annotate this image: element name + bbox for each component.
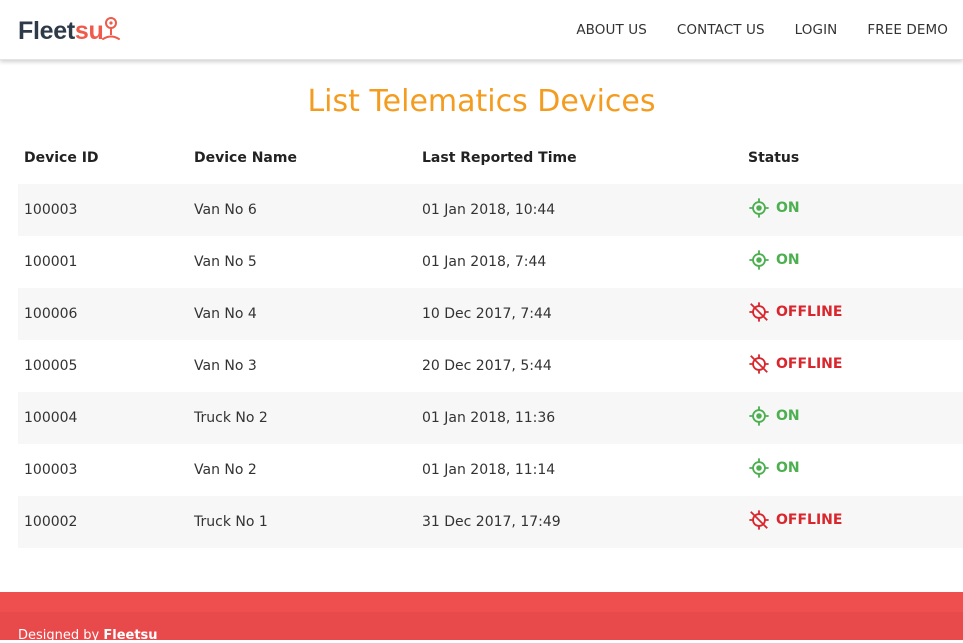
cell-device-name: Van No 3 (194, 358, 257, 374)
cell-status: OFFLINE (742, 340, 963, 392)
status-label: OFFLINE (776, 512, 843, 528)
status-label: OFFLINE (776, 304, 843, 320)
column-header-status: Status (748, 150, 800, 166)
cell-device-name: Van No 6 (194, 202, 257, 218)
gps-fixed-icon (749, 406, 769, 426)
gps-off-icon (749, 302, 769, 322)
cell-device-id: 100002 (24, 514, 78, 530)
footer-credit: Designed by Fleetsu (18, 628, 158, 643)
cell-device-id: 100001 (24, 254, 78, 270)
nav-link-about-us[interactable]: ABOUT US (576, 22, 647, 38)
status-badge: ON (748, 405, 800, 427)
column-header-last-reported: Last Reported Time (422, 150, 577, 166)
table-row[interactable]: 100003 Van No 2 01 Jan 2018, 11:14 ON (18, 444, 963, 496)
table-row[interactable]: 100006 Van No 4 10 Dec 2017, 7:44 OFFLINE (18, 288, 963, 340)
nav-link-free-demo[interactable]: FREE DEMO (867, 22, 948, 38)
cell-device-id: 100003 (24, 202, 78, 218)
table-row[interactable]: 100002 Truck No 1 31 Dec 2017, 17:49 OFFLIN… (18, 496, 963, 548)
gps-off-icon (749, 510, 769, 530)
status-badge: ON (748, 197, 800, 219)
cell-last-reported: 10 Dec 2017, 7:44 (422, 306, 552, 322)
main-nav: ABOUT US CONTACT US LOGIN FREE DEMO (576, 0, 948, 60)
cell-device-id: 100004 (24, 410, 78, 426)
column-header-device-id: Device ID (24, 150, 99, 166)
cell-status: OFFLINE (742, 496, 963, 548)
nav-link-login[interactable]: LOGIN (795, 22, 838, 38)
status-label: ON (776, 408, 800, 424)
top-navbar: Fleet su ABOUT US CONTACT US LOGIN FREE DEMO (0, 0, 963, 60)
table-header-row: Device ID Device Name Last Reported Time… (18, 132, 963, 184)
status-label: OFFLINE (776, 356, 843, 372)
status-label: ON (776, 200, 800, 216)
footer-brand: Fleetsu (103, 628, 158, 643)
cell-device-id: 100005 (24, 358, 78, 374)
column-header-device-name: Device Name (194, 150, 297, 166)
cell-status: ON (742, 184, 963, 236)
devices-table-body: 100003 Van No 6 01 Jan 2018, 10:44 ON 100001… (18, 184, 963, 548)
cell-device-name: Truck No 2 (194, 410, 268, 426)
cell-last-reported: 20 Dec 2017, 5:44 (422, 358, 552, 374)
gps-fixed-icon (749, 198, 769, 218)
status-badge: ON (748, 457, 800, 479)
gps-off-icon (749, 354, 769, 374)
cell-device-id: 100006 (24, 306, 78, 322)
cell-last-reported: 01 Jan 2018, 7:44 (422, 254, 547, 270)
fleetsu-logo[interactable]: Fleet su (18, 14, 121, 46)
status-badge: OFFLINE (748, 509, 842, 531)
page-title: List Telematics Devices (307, 84, 656, 119)
gps-fixed-icon (749, 458, 769, 478)
cell-status: OFFLINE (742, 288, 963, 340)
footer-prefix: Designed by (18, 628, 104, 643)
status-badge: OFFLINE (748, 353, 842, 375)
nav-link-contact-us[interactable]: CONTACT US (677, 22, 765, 38)
cell-device-id: 100003 (24, 462, 78, 478)
cell-status: ON (742, 236, 963, 288)
status-badge: ON (748, 249, 800, 271)
table-row[interactable]: 100001 Van No 5 01 Jan 2018, 7:44 ON (18, 236, 963, 288)
cell-device-name: Truck No 1 (194, 514, 268, 530)
status-badge: OFFLINE (748, 301, 842, 323)
cell-device-name: Van No 4 (194, 306, 257, 322)
logo-text-dark: Fleet (18, 17, 75, 45)
cell-last-reported: 01 Jan 2018, 11:14 (422, 462, 556, 478)
devices-table: Device ID Device Name Last Reported Time… (18, 132, 963, 548)
cell-device-name: Van No 2 (194, 462, 257, 478)
cell-last-reported: 31 Dec 2017, 17:49 (422, 514, 561, 530)
status-label: ON (776, 252, 800, 268)
cell-last-reported: 01 Jan 2018, 11:36 (422, 410, 556, 426)
table-row[interactable]: 100004 Truck No 2 01 Jan 2018, 11:36 ON (18, 392, 963, 444)
table-row[interactable]: 100005 Van No 3 20 Dec 2017, 5:44 OFFLINE (18, 340, 963, 392)
location-pin-icon (102, 17, 121, 40)
cell-last-reported: 01 Jan 2018, 10:44 (422, 202, 556, 218)
cell-device-name: Van No 5 (194, 254, 257, 270)
table-row[interactable]: 100003 Van No 6 01 Jan 2018, 10:44 ON (18, 184, 963, 236)
status-label: ON (776, 460, 800, 476)
footer: Designed by Fleetsu (0, 592, 963, 643)
logo-text-red: su (74, 17, 104, 45)
cell-status: ON (742, 444, 963, 496)
cell-status: ON (742, 392, 963, 444)
gps-fixed-icon (749, 250, 769, 270)
